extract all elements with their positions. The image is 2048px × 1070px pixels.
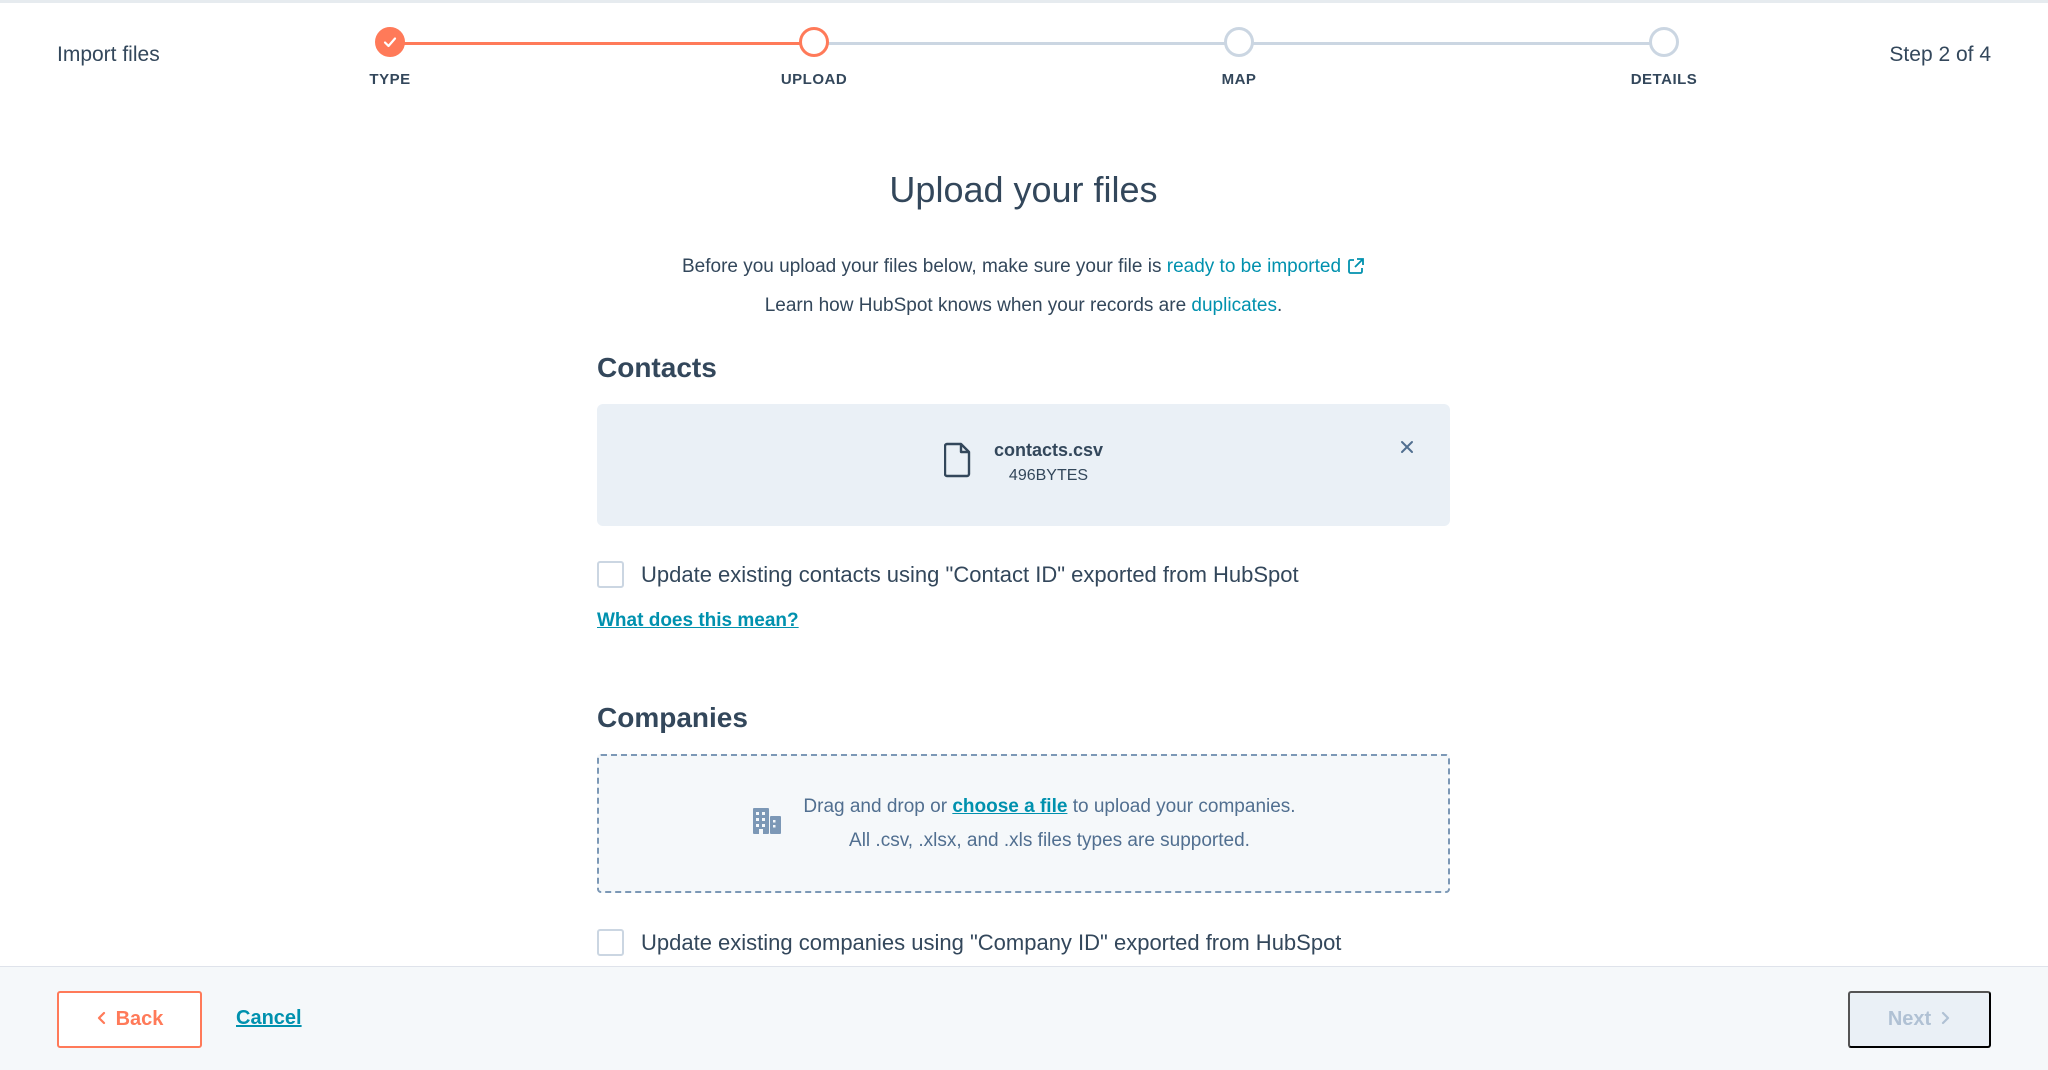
building-icon	[751, 806, 783, 841]
uploaded-file-card: contacts.csv 496BYTES	[597, 404, 1450, 526]
drop-prefix: Drag and drop or	[803, 795, 953, 817]
next-button-label: Next	[1887, 1008, 1932, 1030]
import-page: Import files TYPE UPLOAD MAP DETAILS Ste…	[0, 0, 2048, 1070]
main-content: Upload your files Before you upload your…	[597, 163, 1450, 956]
chevron-right-icon	[1941, 1008, 1951, 1031]
update-contacts-option[interactable]: Update existing contacts using "Contact …	[597, 561, 1450, 588]
cancel-link[interactable]: Cancel	[236, 1007, 302, 1030]
step-active-indicator	[799, 27, 829, 57]
update-companies-option[interactable]: Update existing companies using "Company…	[597, 929, 1450, 956]
page-header-title: Import files	[57, 43, 160, 66]
step-complete-indicator	[375, 27, 405, 57]
check-icon	[383, 37, 397, 48]
drop-zone-text: Drag and drop or choose a file to upload…	[803, 790, 1295, 858]
back-button[interactable]: Back	[57, 991, 202, 1048]
external-link-icon[interactable]	[1347, 252, 1365, 288]
intro-line-2-text: Learn how HubSpot knows when your record…	[764, 295, 1192, 316]
step-label: TYPE	[369, 71, 411, 88]
step-label: MAP	[1221, 71, 1257, 88]
choose-file-link[interactable]: choose a file	[952, 796, 1067, 817]
contacts-section-title: Contacts	[597, 352, 717, 383]
update-contacts-checkbox[interactable]	[597, 561, 624, 588]
update-companies-label: Update existing companies using "Company…	[641, 929, 1342, 955]
header: Import files TYPE UPLOAD MAP DETAILS Ste…	[0, 3, 2048, 113]
footer-bar: Back Cancel Next	[0, 966, 2048, 1070]
next-button[interactable]: Next	[1848, 991, 1991, 1048]
drop-zone-line-1: Drag and drop or choose a file to upload…	[803, 790, 1295, 824]
update-companies-checkbox[interactable]	[597, 929, 624, 956]
companies-drop-zone[interactable]: Drag and drop or choose a file to upload…	[597, 754, 1450, 893]
duplicates-link[interactable]: duplicates	[1191, 295, 1277, 316]
step-count: Step 2 of 4	[1889, 43, 1991, 66]
drop-zone-hint: All .csv, .xlsx, and .xls files types ar…	[849, 829, 1250, 851]
chevron-left-icon	[96, 1008, 106, 1031]
file-icon	[943, 442, 972, 483]
drop-suffix: to upload your companies.	[1067, 795, 1296, 817]
step-label: UPLOAD	[780, 71, 848, 88]
update-contacts-label: Update existing contacts using "Contact …	[641, 561, 1299, 587]
intro-line-2-suffix: .	[1276, 295, 1283, 316]
file-name: contacts.csv	[993, 440, 1104, 460]
intro-line-2: Learn how HubSpot knows when your record…	[597, 288, 1450, 324]
step-label: DETAILS	[1630, 71, 1698, 88]
back-button-label: Back	[115, 1008, 164, 1030]
ready-to-import-link[interactable]: ready to be imported	[1167, 256, 1341, 277]
file-size: 496BYTES	[1008, 467, 1089, 484]
close-icon[interactable]	[1400, 434, 1414, 460]
file-text: contacts.csv 496BYTES	[994, 440, 1103, 485]
companies-section-title: Companies	[597, 702, 748, 733]
progress-stepper: TYPE UPLOAD MAP DETAILS	[369, 27, 1697, 97]
what-does-this-mean-link[interactable]: What does this mean?	[597, 610, 799, 632]
intro-text: Before you upload your files below, make…	[597, 249, 1450, 324]
intro-line-1: Before you upload your files below, make…	[597, 249, 1450, 288]
step-pending-indicator	[1224, 27, 1254, 57]
stepper-progress	[390, 42, 814, 45]
step-pending-indicator	[1649, 27, 1679, 57]
page-title: Upload your files	[889, 169, 1158, 210]
intro-line-1-text: Before you upload your files below, make…	[681, 256, 1167, 277]
file-info: contacts.csv 496BYTES	[597, 440, 1450, 485]
